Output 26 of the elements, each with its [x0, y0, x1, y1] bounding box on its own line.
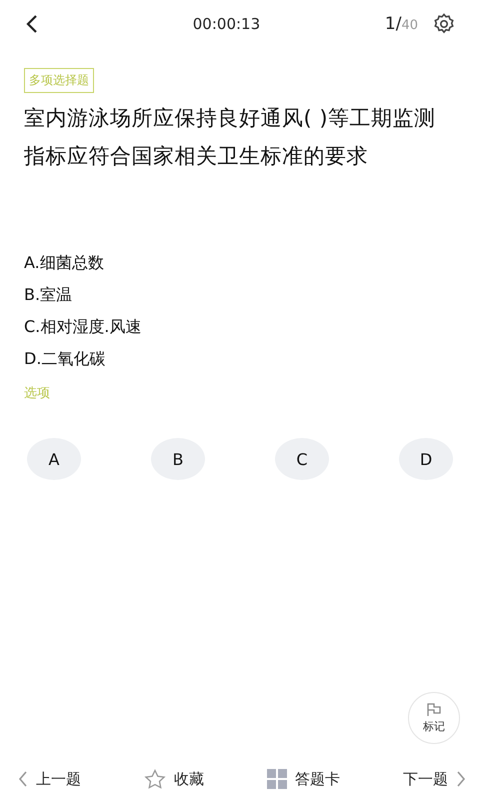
back-button[interactable]: [26, 14, 38, 34]
favorite-button[interactable]: 收藏: [144, 769, 204, 789]
grid-icon: [267, 769, 287, 789]
back-icon: [26, 14, 38, 34]
option-text: C.相对湿度.风速: [24, 316, 142, 338]
choice-button[interactable]: D: [399, 438, 453, 480]
next-button[interactable]: 下一题: [403, 770, 466, 788]
timer: 00:00:13: [192, 15, 262, 33]
mark-button[interactable]: 标记: [408, 692, 460, 744]
option-text: A.细菌总数: [24, 252, 105, 274]
option-text: D.二氧化碳: [24, 348, 106, 370]
settings-button[interactable]: [432, 12, 456, 36]
choice-button[interactable]: C: [275, 438, 329, 480]
answer-label: 选项: [24, 385, 51, 402]
star-icon: [144, 769, 166, 789]
chevron-right-icon: [456, 770, 466, 788]
flag-icon: [426, 702, 442, 716]
question-type-tag: 多项选择题: [24, 68, 94, 93]
choice-button[interactable]: A: [27, 438, 81, 480]
choice-button[interactable]: B: [151, 438, 205, 480]
question-text: 室内游泳场所应保持良好通风( )等工期监测指标应符合国家相关卫生标准的要求: [24, 105, 437, 170]
chevron-left-icon: [18, 770, 28, 788]
previous-button[interactable]: 上一题: [18, 770, 81, 788]
settings-icon: [432, 12, 456, 36]
answer-card-button[interactable]: 答题卡: [267, 769, 340, 789]
option-text: B.室温: [24, 284, 74, 306]
